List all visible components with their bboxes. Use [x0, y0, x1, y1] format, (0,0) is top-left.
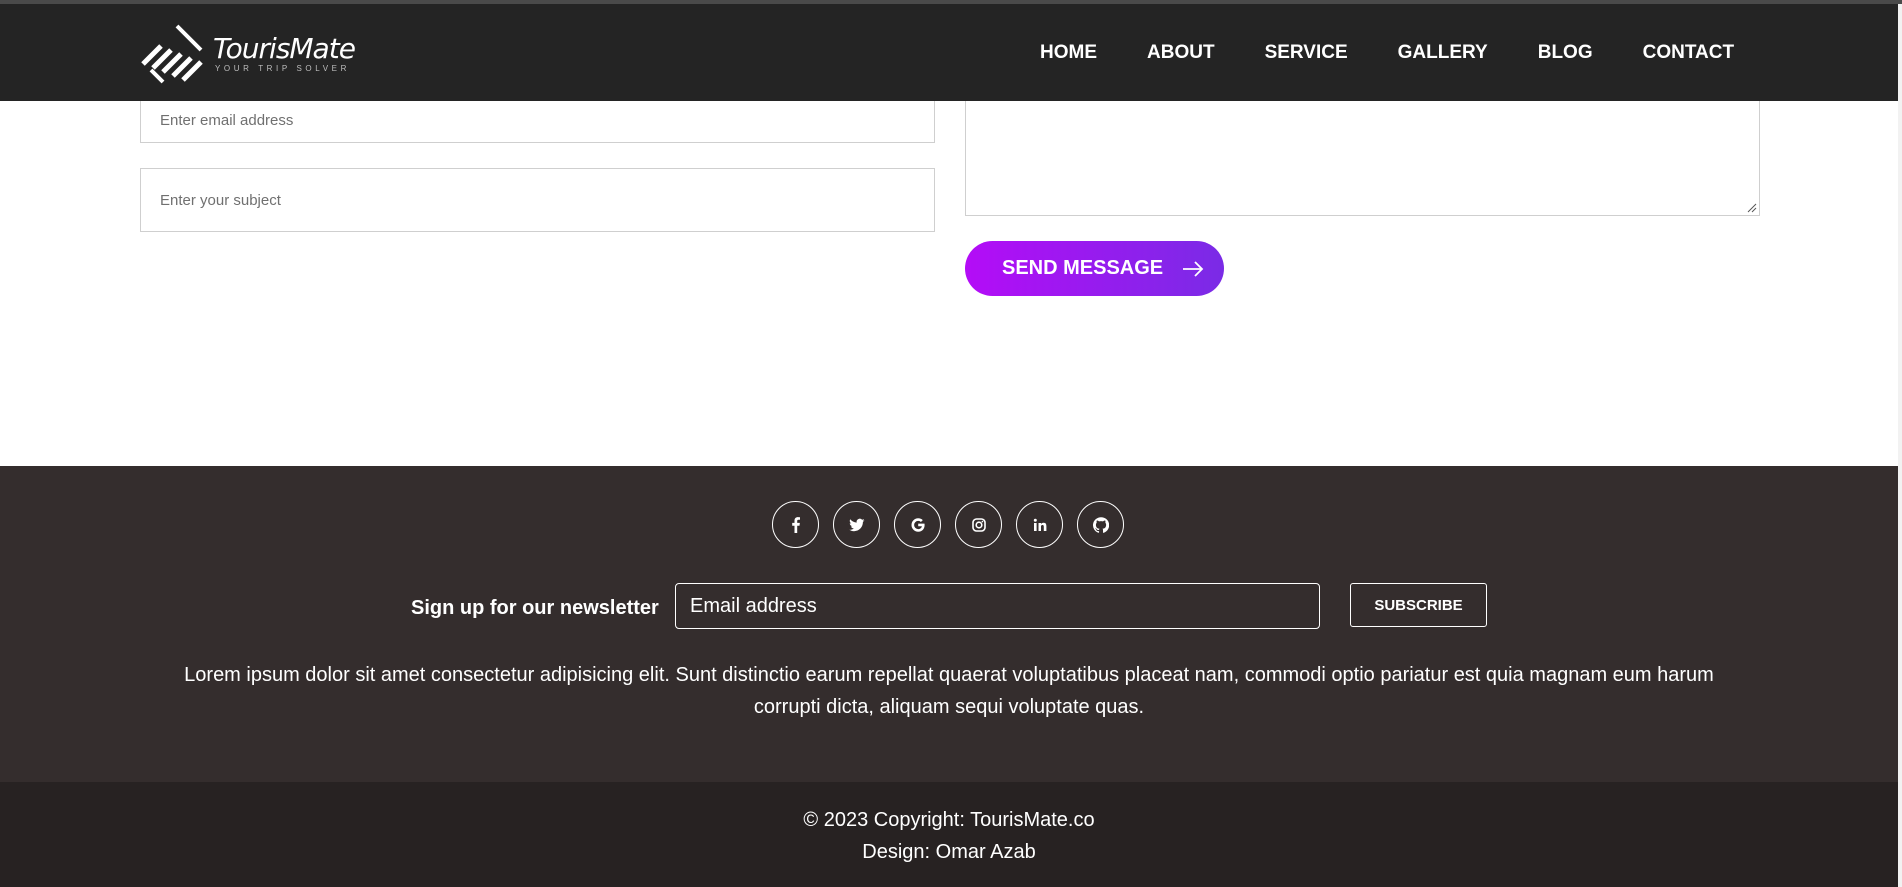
- google-icon: [911, 517, 925, 532]
- subject-placeholder: Enter your subject: [160, 191, 281, 209]
- nav-item-home[interactable]: HOME: [1040, 42, 1097, 64]
- nav-item-service[interactable]: SERVICE: [1265, 42, 1348, 64]
- nav-item-about[interactable]: ABOUT: [1147, 42, 1215, 64]
- google-button[interactable]: [894, 501, 941, 548]
- linkedin-button[interactable]: [1016, 501, 1063, 548]
- facebook-button[interactable]: [772, 501, 819, 548]
- newsletter-email-input[interactable]: Email address: [675, 583, 1320, 629]
- nav-item-contact[interactable]: CONTACT: [1643, 42, 1734, 64]
- logo-tagline: YOUR TRIP SOLVER: [215, 64, 350, 73]
- nav-item-blog[interactable]: BLOG: [1538, 42, 1593, 64]
- logo-mark-icon: [141, 24, 203, 84]
- linkedin-icon: [1033, 518, 1046, 531]
- logo-name: TourisMate: [213, 32, 356, 65]
- newsletter-placeholder: Email address: [690, 594, 817, 617]
- email-placeholder: Enter email address: [160, 112, 294, 129]
- footer-description: Lorem ipsum dolor sit amet consectetur a…: [184, 664, 1714, 718]
- design-credit: Design: Omar Azab: [862, 841, 1036, 863]
- page: TourisMate YOUR TRIP SOLVER HOME ABOUT S…: [0, 0, 1902, 887]
- page-scrollbar-edge: [1898, 4, 1902, 887]
- main-nav: HOME ABOUT SERVICE GALLERY BLOG CONTACT: [1040, 4, 1734, 101]
- twitter-icon: [848, 518, 864, 531]
- footer: Sign up for our newsletter Email address…: [0, 466, 1898, 782]
- nav-item-gallery[interactable]: GALLERY: [1398, 42, 1488, 64]
- brand-logo[interactable]: TourisMate YOUR TRIP SOLVER: [139, 24, 369, 84]
- send-message-button[interactable]: SEND MESSAGE: [965, 241, 1224, 296]
- github-icon: [1092, 516, 1109, 533]
- github-button[interactable]: [1077, 501, 1124, 548]
- resize-handle-icon[interactable]: [1747, 203, 1757, 213]
- social-links: [772, 501, 1124, 548]
- copyright-bar: © 2023 Copyright: TourisMate.co Design: …: [0, 782, 1898, 887]
- subscribe-button[interactable]: SUBSCRIBE: [1350, 583, 1487, 627]
- facebook-icon: [791, 516, 800, 533]
- newsletter-label: Sign up for our newsletter: [411, 597, 659, 619]
- instagram-button[interactable]: [955, 501, 1002, 548]
- arrow-right-icon: [1183, 260, 1204, 277]
- navbar: TourisMate YOUR TRIP SOLVER HOME ABOUT S…: [0, 4, 1898, 101]
- send-message-label: SEND MESSAGE: [1002, 257, 1164, 279]
- twitter-button[interactable]: [833, 501, 880, 548]
- subject-field[interactable]: Enter your subject: [140, 168, 935, 232]
- instagram-icon: [971, 517, 986, 532]
- copyright-text: © 2023 Copyright: TourisMate.co: [803, 809, 1095, 831]
